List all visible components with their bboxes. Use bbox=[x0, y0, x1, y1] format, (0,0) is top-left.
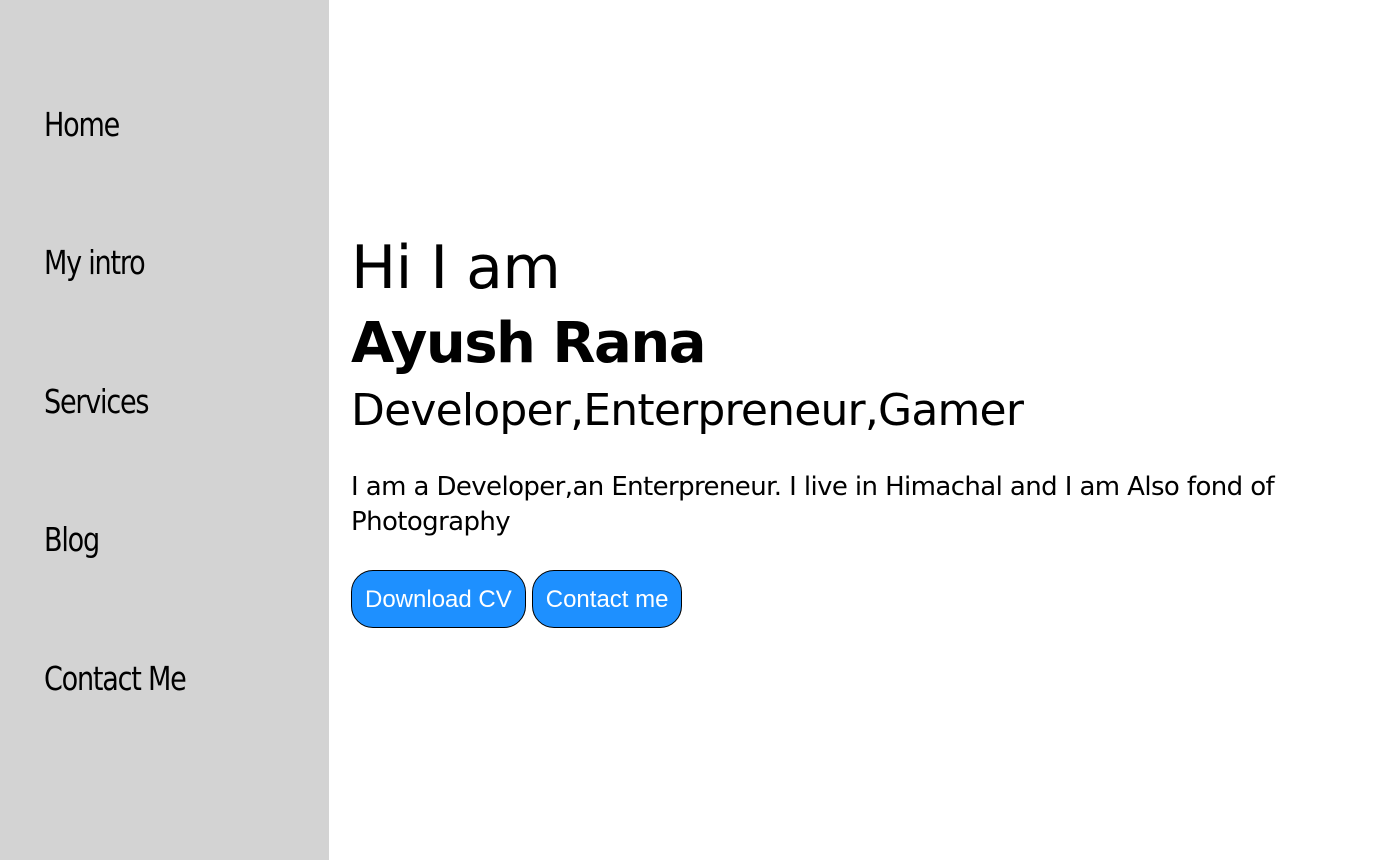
nav-item-my-intro[interactable]: My intro bbox=[44, 246, 146, 279]
hero-roles: Developer,Enterpreneur,Gamer bbox=[351, 385, 1024, 436]
nav-item-blog[interactable]: Blog bbox=[44, 523, 100, 556]
hero-name: Ayush Rana bbox=[351, 311, 706, 376]
nav-item-services[interactable]: Services bbox=[44, 385, 149, 418]
contact-me-button[interactable]: Contact me bbox=[531, 570, 683, 628]
hero-section: Hi I am Ayush Rana Developer,Enterpreneu… bbox=[351, 0, 1381, 860]
nav-item-contact-me[interactable]: Contact Me bbox=[44, 662, 187, 695]
hero-bio: I am a Developer,an Enterpreneur. I live… bbox=[351, 472, 1275, 537]
hero-greeting: Hi I am bbox=[351, 233, 561, 303]
sidebar-nav: Home My intro Services Blog Contact Me bbox=[0, 0, 329, 860]
page: Home My intro Services Blog Contact Me H… bbox=[0, 0, 1381, 860]
hero-buttons: Download CV Contact me bbox=[351, 570, 683, 628]
download-cv-button[interactable]: Download CV bbox=[351, 570, 526, 628]
nav-item-home[interactable]: Home bbox=[44, 108, 120, 141]
